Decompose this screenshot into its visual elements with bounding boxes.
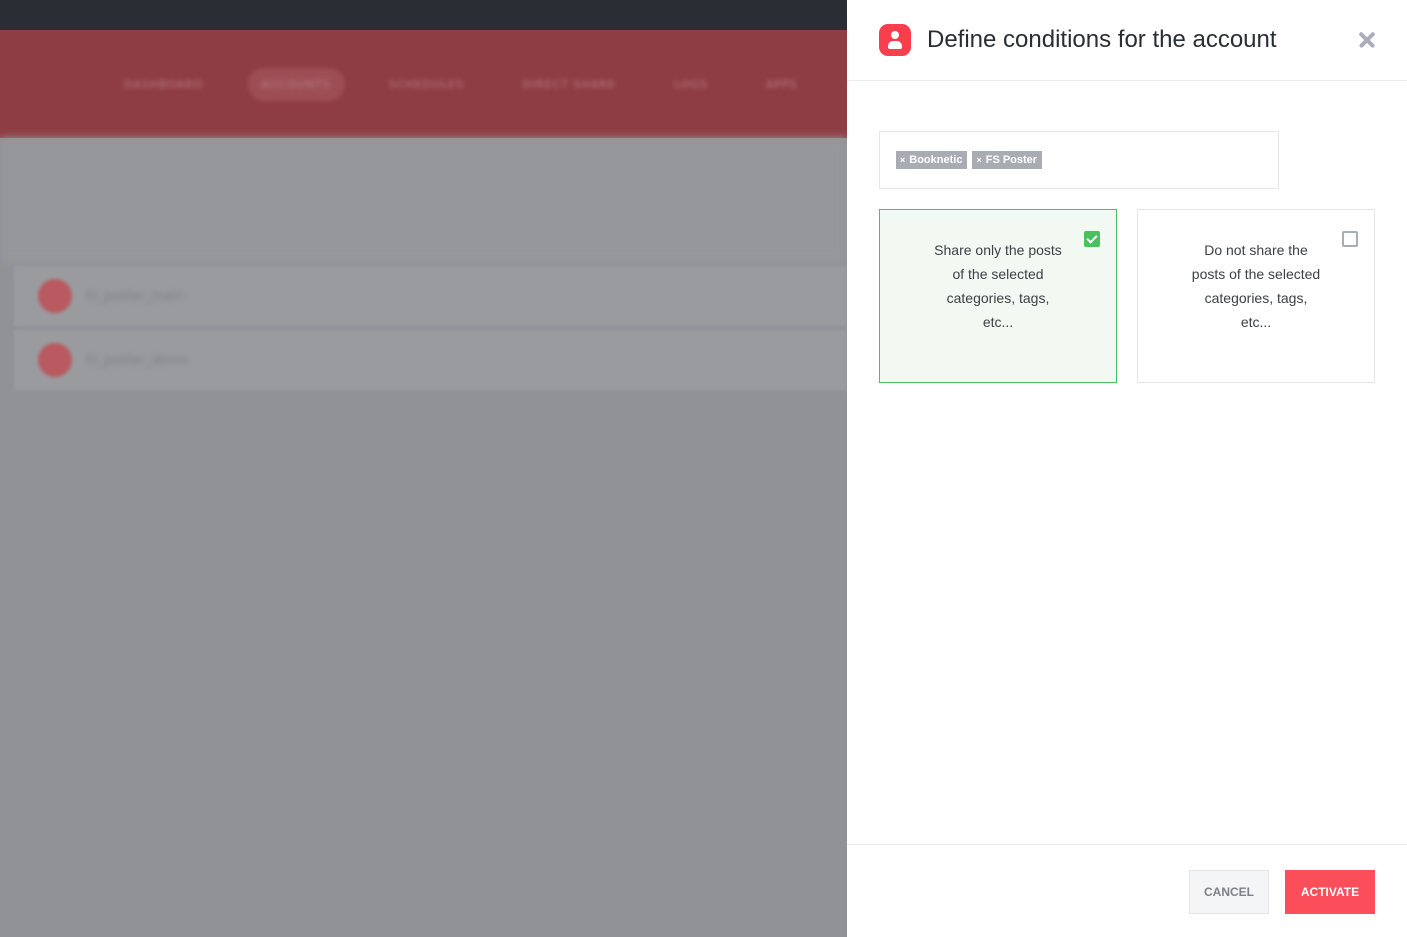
tags-input[interactable]: × Booknetic × FS Poster — [879, 131, 1279, 189]
panel-title: Define conditions for the account — [927, 26, 1277, 53]
activate-button[interactable]: ACTIVATE — [1285, 870, 1375, 914]
tag-label: Booknetic — [909, 154, 963, 166]
avatar — [38, 279, 72, 313]
panel-footer: CANCEL ACTIVATE — [847, 844, 1407, 937]
account-name: fs_poster_demo — [86, 352, 189, 368]
account-row: fs_poster_demo — [14, 330, 847, 390]
nav-item-dashboard: DASHBOARD — [124, 78, 204, 91]
account-row: fs_poster_main — [14, 266, 847, 326]
account-name: fs_poster_main — [86, 288, 185, 304]
user-icon — [879, 24, 911, 56]
account-list: fs_poster_main fs_poster_demo — [14, 266, 847, 394]
panel-header: Define conditions for the account — [847, 0, 1407, 81]
checkbox-checked[interactable] — [1084, 231, 1100, 247]
tag-remove-icon[interactable]: × — [976, 151, 981, 169]
avatar — [38, 343, 72, 377]
option-label: Do not share the posts of the selected c… — [1191, 242, 1321, 330]
background-app: DASHBOARD ACCOUNTS SCHEDULES DIRECT SHAR… — [0, 0, 847, 937]
nav-item-accounts: ACCOUNTS — [247, 68, 345, 101]
background-content: fs_poster_main fs_poster_demo — [0, 138, 847, 937]
tag-fs-poster: × FS Poster — [972, 151, 1043, 169]
checkbox-unchecked[interactable] — [1342, 231, 1358, 247]
option-label: Share only the posts of the selected cat… — [934, 242, 1062, 330]
admin-top-bar — [0, 0, 847, 30]
user-icon-head — [891, 31, 899, 39]
option-share-only[interactable]: Share only the posts of the selected cat… — [879, 209, 1117, 383]
user-icon-body — [888, 41, 902, 49]
tag-booknetic: × Booknetic — [896, 151, 968, 169]
close-icon[interactable] — [1355, 28, 1379, 52]
option-do-not-share[interactable]: Do not share the posts of the selected c… — [1137, 209, 1375, 383]
conditions-panel: Define conditions for the account × Book… — [847, 0, 1407, 937]
background-band — [0, 138, 847, 263]
cancel-button[interactable]: CANCEL — [1189, 870, 1269, 914]
tag-label: FS Poster — [985, 154, 1038, 166]
nav-items: DASHBOARD ACCOUNTS SCHEDULES DIRECT SHAR… — [110, 68, 812, 101]
nav-item-direct-share: DIRECT SHARE — [522, 78, 616, 91]
nav-item-apps: APPS — [765, 78, 798, 91]
nav-item-schedules: SCHEDULES — [388, 78, 465, 91]
tag-remove-icon[interactable]: × — [900, 151, 905, 169]
nav-item-logs: LOGS — [673, 78, 708, 91]
plugin-nav-bar: DASHBOARD ACCOUNTS SCHEDULES DIRECT SHAR… — [0, 30, 847, 138]
